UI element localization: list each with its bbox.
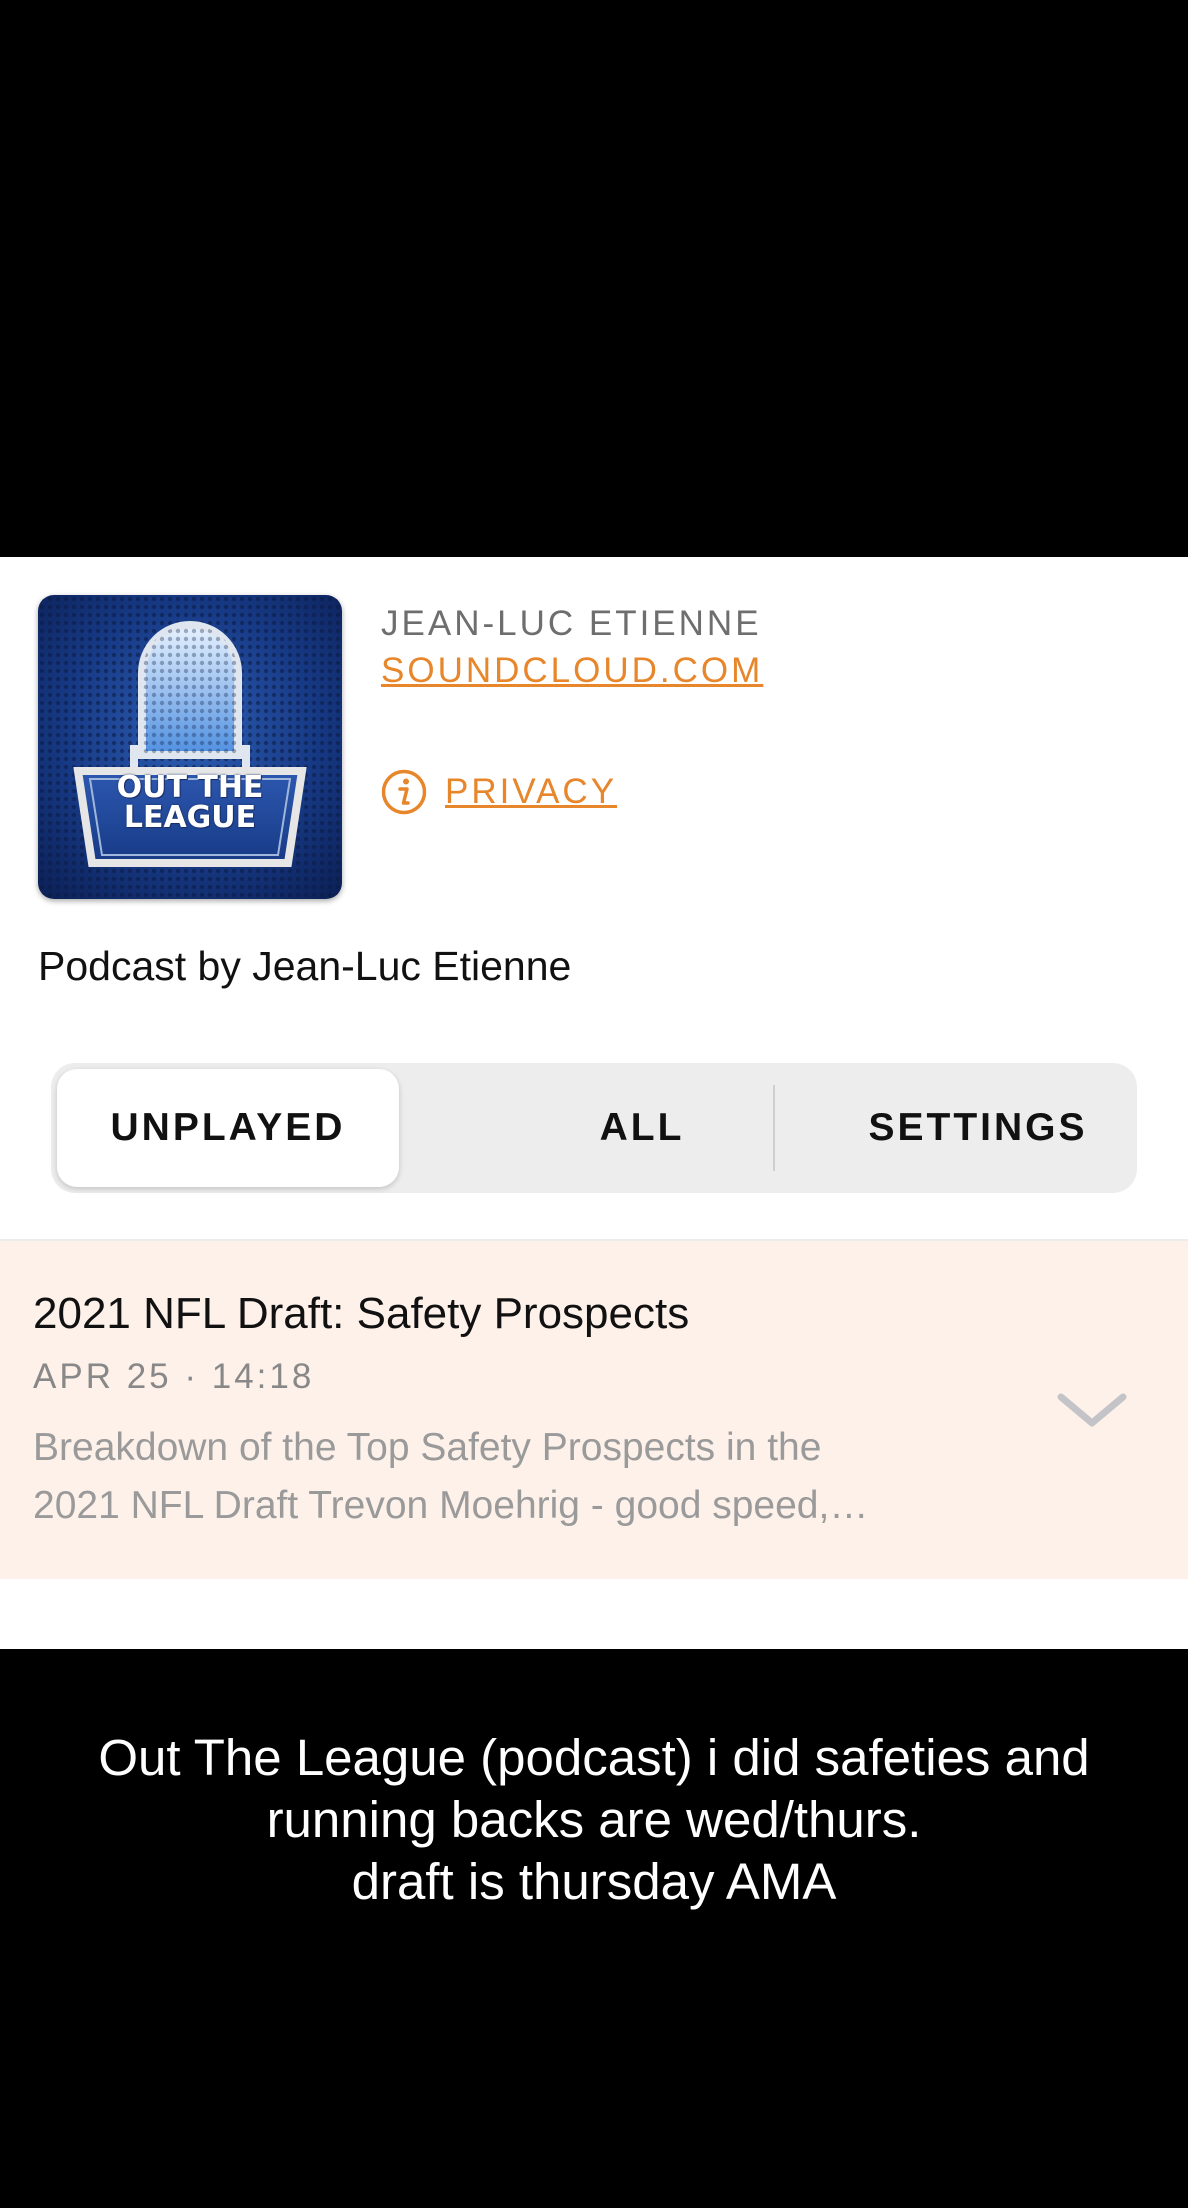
tab-settings[interactable]: SETTINGS	[823, 1069, 1133, 1187]
episode-filter-tabs: UNPLAYED ALL SETTINGS	[51, 1063, 1137, 1193]
privacy-link[interactable]: PRIVACY	[445, 772, 617, 812]
artwork-line-1: OUT THE	[116, 770, 264, 805]
video-caption: Out The League (podcast) i did safeties …	[0, 1727, 1188, 1913]
episode-description-line-2: 2021 NFL Draft Trevon Moehrig - good spe…	[33, 1484, 869, 1527]
artwork-line-2: LEAGUE	[123, 800, 257, 835]
podcast-description: Podcast by Jean-Luc Etienne	[38, 943, 572, 989]
caption-line-3: draft is thursday AMA	[351, 1853, 837, 1910]
episode-meta: APR 25 · 14:18	[33, 1357, 315, 1396]
microphone-icon	[38, 595, 342, 899]
tab-all[interactable]: ALL	[472, 1069, 812, 1187]
podcast-card: OUT THE LEAGUE JEAN-LUC ETIENNE SOUNDCLO…	[0, 557, 1188, 1649]
info-icon	[381, 769, 427, 815]
tab-divider	[773, 1085, 775, 1171]
privacy-row[interactable]: PRIVACY	[381, 767, 617, 817]
source-link[interactable]: SOUNDCLOUD.COM	[381, 651, 763, 691]
chevron-down-icon[interactable]	[1055, 1391, 1129, 1431]
tab-unplayed[interactable]: UNPLAYED	[57, 1069, 399, 1187]
podcast-author: JEAN-LUC ETIENNE	[381, 604, 762, 643]
top-letterbox	[0, 0, 1188, 557]
episode-title: 2021 NFL Draft: Safety Prospects	[33, 1289, 690, 1338]
caption-line-1: Out The League (podcast) i did safeties …	[98, 1729, 1090, 1786]
episode-description-line-1: Breakdown of the Top Safety Prospects in…	[33, 1426, 822, 1469]
episode-list-item[interactable]: 2021 NFL Draft: Safety Prospects APR 25 …	[0, 1241, 1188, 1579]
podcast-artwork[interactable]: OUT THE LEAGUE	[38, 595, 342, 899]
episode-description: Breakdown of the Top Safety Prospects in…	[33, 1419, 953, 1535]
artwork-logo-text: OUT THE LEAGUE	[78, 773, 302, 833]
caption-line-2: running backs are wed/thurs.	[266, 1791, 922, 1848]
